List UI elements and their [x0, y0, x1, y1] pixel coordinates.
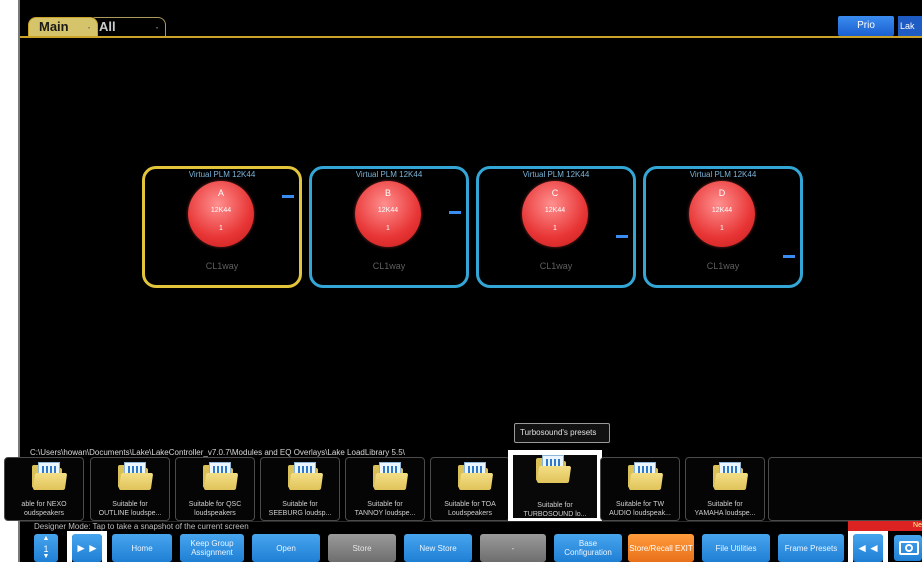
folder-icon [713, 462, 749, 490]
tab-main[interactable]: Main · [28, 17, 98, 37]
device-config-name: CL1way [372, 261, 406, 271]
preset-folder-label: Suitable for SEEBURG loudsp... [268, 501, 332, 517]
base-configuration-button[interactable]: Base Configuration [554, 534, 622, 562]
folder-icon [118, 462, 154, 490]
preset-folder-label: Suitable for TW AUDIO loudspeak... [609, 501, 671, 517]
page-up-icon[interactable]: ▲ [34, 535, 58, 542]
bottom-toolbar: ▲ 1 ▼ ►► Home Keep Group Assignment Open… [20, 531, 922, 562]
preset-folder-label: Suitable for OUTLINE loudspe... [98, 501, 162, 517]
snapshot-button[interactable] [894, 535, 922, 561]
prio-button[interactable]: Prio [838, 16, 894, 36]
device-frame-a[interactable]: Virtual PLM 12K44 A 12K44 1 CL1way [142, 166, 302, 288]
lake-logo-button[interactable]: Lak [898, 16, 922, 36]
device-title: Virtual PLM 12K44 [689, 170, 757, 179]
level-meter [783, 255, 795, 258]
preset-folder[interactable]: Suitable for SEEBURG loudsp... [260, 457, 340, 521]
store-recall-exit-button[interactable]: Store/Recall EXIT [628, 534, 694, 562]
folder-icon [373, 462, 409, 490]
tab-all[interactable]: All · [88, 17, 166, 37]
device-letter: B [384, 188, 391, 198]
page-selector[interactable]: ▲ 1 ▼ [34, 534, 58, 562]
preset-folder[interactable]: Suitable for QSC loudspeakers [175, 457, 255, 521]
folder-icon [32, 462, 68, 490]
keep-group-assignment-button[interactable]: Keep Group Assignment [180, 534, 244, 562]
forward-button[interactable]: ►► [72, 534, 102, 562]
lake-controller-window: All · Main · Prio Lak Virtual PLM 12K44 … [4, 0, 922, 562]
tab-bar: All · Main · Prio Lak [20, 14, 922, 38]
store-button[interactable]: Store [328, 534, 396, 562]
preset-folder-empty [768, 457, 922, 521]
camera-icon [899, 541, 919, 555]
device-frame-c[interactable]: Virtual PLM 12K44 C 12K44 1 CL1way [476, 166, 636, 288]
device-title: Virtual PLM 12K44 [355, 170, 423, 179]
tab-main-label: Main [39, 19, 69, 34]
level-meter [616, 235, 628, 238]
device-letter: D [718, 188, 726, 198]
device-model: 12K44 [210, 207, 232, 214]
device-frame-b[interactable]: Virtual PLM 12K44 B 12K44 1 CL1way [309, 166, 469, 288]
tab-all-label: All [99, 19, 116, 34]
open-button[interactable]: Open [252, 534, 320, 562]
preset-folder[interactable]: Suitable for TANNOY loudspe... [345, 457, 425, 521]
preset-folder[interactable]: able for NEXO oudspeakers [4, 457, 84, 521]
device-module-circle[interactable]: B 12K44 1 [355, 181, 421, 247]
folder-icon [203, 462, 239, 490]
device-config-name: CL1way [539, 261, 573, 271]
page-down-icon[interactable]: ▼ [34, 553, 58, 560]
new-store-button[interactable]: New Store [404, 534, 472, 562]
device-title: Virtual PLM 12K44 [522, 170, 590, 179]
preset-folder-selected[interactable]: Suitable for TURBOSOUND lo... [508, 450, 602, 523]
device-module-circle[interactable]: A 12K44 1 [188, 181, 254, 247]
device-number: 1 [386, 225, 390, 232]
device-model: 12K44 [711, 207, 733, 214]
folder-icon [536, 455, 572, 483]
device-config-name: CL1way [205, 261, 239, 271]
device-model: 12K44 [544, 207, 566, 214]
preset-folder-label: Suitable for TURBOSOUND lo... [523, 502, 587, 518]
preset-folder-label: Suitable for YAMAHA loudspe... [694, 501, 756, 517]
dash-button[interactable]: - [480, 534, 546, 562]
device-config-name: CL1way [706, 261, 740, 271]
file-utilities-button[interactable]: File Utilities [702, 534, 770, 562]
device-number: 1 [219, 225, 223, 232]
device-letter: C [551, 188, 559, 198]
preset-folder[interactable]: Suitable for OUTLINE loudspe... [90, 457, 170, 521]
preset-folder-strip[interactable]: able for NEXO oudspeakers Suitable for OUT… [4, 450, 922, 523]
preset-folder-label: Suitable for QSC loudspeakers [188, 501, 242, 517]
preset-folder[interactable]: Suitable for TW AUDIO loudspeak... [600, 457, 680, 521]
frame-presets-button[interactable]: Frame Presets [778, 534, 844, 562]
preset-folder[interactable]: Suitable for TOA Loudspeakers [430, 457, 510, 521]
folder-icon [288, 462, 324, 490]
preset-tooltip: Turbosound's presets [514, 423, 610, 443]
device-module-circle[interactable]: C 12K44 1 [522, 181, 588, 247]
device-frame-d[interactable]: Virtual PLM 12K44 D 12K44 1 CL1way [643, 166, 803, 288]
preset-folder[interactable]: Suitable for YAMAHA loudspe... [685, 457, 765, 521]
device-model: 12K44 [377, 207, 399, 214]
preset-folder-label: able for NEXO oudspeakers [21, 501, 67, 517]
device-number: 1 [553, 225, 557, 232]
alert-indicator: Ne [848, 521, 922, 531]
tab-underline [20, 36, 922, 38]
device-number: 1 [720, 225, 724, 232]
device-title: Virtual PLM 12K44 [188, 170, 256, 179]
folder-icon [458, 462, 494, 490]
device-letter: A [217, 188, 224, 198]
level-meter [449, 211, 461, 214]
level-meter [282, 195, 294, 198]
home-button[interactable]: Home [112, 534, 172, 562]
preset-folder-label: Suitable for TANNOY loudspe... [354, 501, 416, 517]
library-path: C:\Users\howan\Documents\Lake\LakeContro… [30, 448, 405, 457]
folder-icon [628, 462, 664, 490]
status-hint: Designer Mode: Tap to take a snapshot of… [20, 521, 922, 531]
device-module-circle[interactable]: D 12K44 1 [689, 181, 755, 247]
preset-folder-label: Suitable for TOA Loudspeakers [444, 501, 496, 517]
back-button[interactable]: ◄◄ [853, 534, 883, 562]
